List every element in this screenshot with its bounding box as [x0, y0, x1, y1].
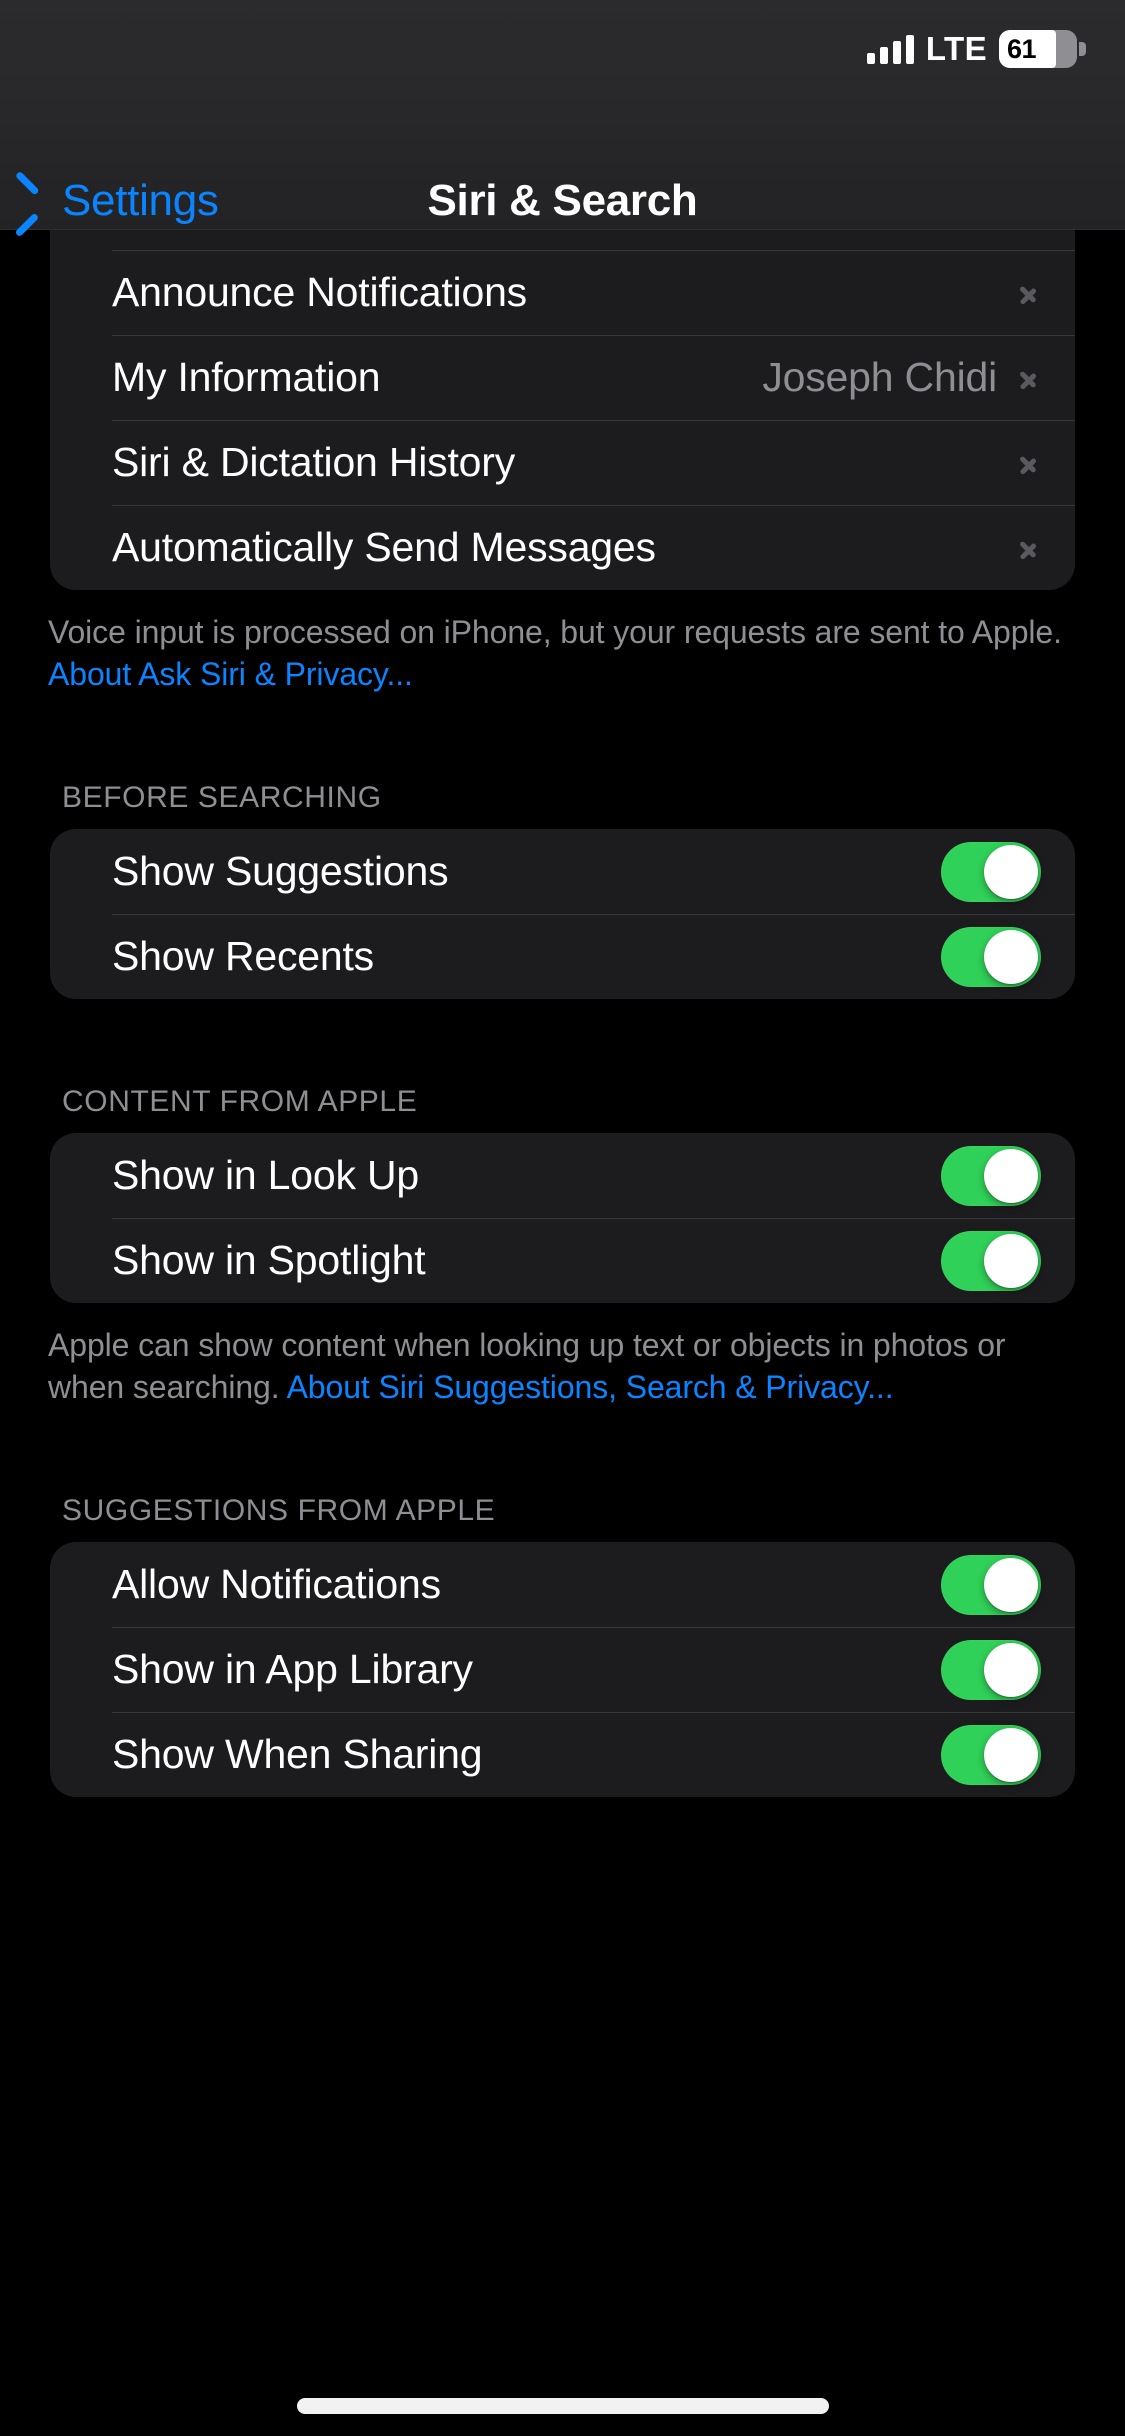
- about-ask-siri-privacy-link[interactable]: About Ask Siri & Privacy...: [48, 656, 413, 692]
- content-from-apple-group: Show in Look Up Show in Spotlight: [50, 1133, 1075, 1304]
- siri-settings-group: Announce Calls Announce Notifications My…: [50, 178, 1075, 590]
- row-detail-value: Joseph Chidi: [762, 354, 997, 400]
- row-label: Automatically Send Messages: [112, 524, 656, 570]
- section-header-content-from-apple: CONTENT FROM APPLE: [62, 1085, 418, 1119]
- toggle-show-when-sharing[interactable]: [941, 1724, 1041, 1785]
- toggle-knob: [984, 1642, 1038, 1697]
- section-header-suggestions-from-apple: SUGGESTIONS FROM APPLE: [62, 1494, 496, 1528]
- settings-scroll-view[interactable]: Announce Calls Announce Notifications My…: [0, 0, 1125, 1883]
- siri-privacy-footer: Voice input is processed on iPhone, but …: [0, 590, 1125, 695]
- toggle-knob: [984, 1148, 1038, 1203]
- table-row-my-information[interactable]: My Information Joseph Chidi: [50, 335, 1075, 420]
- row-label: Show in Spotlight: [112, 1237, 426, 1284]
- table-row-announce-notifications[interactable]: Announce Notifications: [50, 250, 1075, 335]
- suggestions-from-apple-group: Allow Notifications Show in App Library …: [50, 1542, 1075, 1798]
- table-row-show-in-app-library[interactable]: Show in App Library: [50, 1627, 1075, 1712]
- battery-icon: 61: [999, 30, 1086, 68]
- network-type-label: LTE: [925, 30, 987, 67]
- table-row-allow-notifications[interactable]: Allow Notifications: [50, 1542, 1075, 1627]
- toggle-allow-notifications[interactable]: [941, 1554, 1041, 1615]
- toggle-show-in-app-library[interactable]: [941, 1639, 1041, 1700]
- toggle-knob: [984, 929, 1038, 984]
- battery-percent-label: 61: [1007, 33, 1037, 64]
- toggle-knob: [984, 844, 1038, 899]
- before-searching-group: Show Suggestions Show Recents: [50, 829, 1075, 1000]
- iphone-screen: Announce Calls Announce Notifications My…: [0, 0, 1125, 2436]
- toggle-show-in-spotlight[interactable]: [941, 1230, 1041, 1291]
- toggle-show-recents[interactable]: [941, 926, 1041, 987]
- page-title: Siri & Search: [427, 176, 698, 225]
- table-row-automatically-send-messages[interactable]: Automatically Send Messages: [50, 505, 1075, 590]
- chevron-right-icon: [1019, 362, 1037, 394]
- row-label: Show Recents: [112, 933, 374, 980]
- footer-text: Voice input is processed on iPhone, but …: [48, 614, 1062, 650]
- row-label: Show in Look Up: [112, 1152, 419, 1199]
- about-siri-suggestions-search-privacy-link[interactable]: About Siri Suggestions, Search & Privacy…: [287, 1369, 894, 1405]
- toggle-show-in-look-up[interactable]: [941, 1145, 1041, 1206]
- table-row-show-when-sharing[interactable]: Show When Sharing: [50, 1712, 1075, 1797]
- table-row-show-in-look-up[interactable]: Show in Look Up: [50, 1133, 1075, 1218]
- row-label: Show Suggestions: [112, 848, 449, 895]
- section-header-before-searching: BEFORE SEARCHING: [62, 781, 382, 815]
- toggle-show-suggestions[interactable]: [941, 841, 1041, 902]
- row-label: Siri & Dictation History: [112, 439, 516, 485]
- chevron-right-icon: [1019, 277, 1037, 309]
- row-label: Announce Notifications: [112, 269, 527, 315]
- table-row-show-suggestions[interactable]: Show Suggestions: [50, 829, 1075, 914]
- navigation-bar-separator: [0, 229, 1125, 230]
- toggle-knob: [984, 1727, 1038, 1782]
- status-bar-indicators: LTE 61: [866, 30, 1086, 68]
- row-label: Show in App Library: [112, 1646, 473, 1693]
- table-row-show-recents[interactable]: Show Recents: [50, 914, 1075, 999]
- home-indicator[interactable]: [296, 2398, 829, 2414]
- battery-cap: [1079, 42, 1086, 56]
- apple-content-footer: Apple can show content when looking up t…: [0, 1303, 1125, 1408]
- table-row-show-in-spotlight[interactable]: Show in Spotlight: [50, 1218, 1075, 1303]
- chevron-right-icon: [1019, 532, 1037, 564]
- row-label: My Information: [112, 354, 381, 400]
- cellular-bars-icon: [866, 34, 914, 64]
- chevron-right-icon: [1019, 447, 1037, 479]
- toggle-knob: [984, 1233, 1038, 1288]
- status-bar: [0, 0, 1125, 168]
- table-row-siri-dictation-history[interactable]: Siri & Dictation History: [50, 420, 1075, 505]
- row-label: Show When Sharing: [112, 1731, 483, 1778]
- row-label: Allow Notifications: [112, 1561, 441, 1608]
- toggle-knob: [984, 1557, 1038, 1612]
